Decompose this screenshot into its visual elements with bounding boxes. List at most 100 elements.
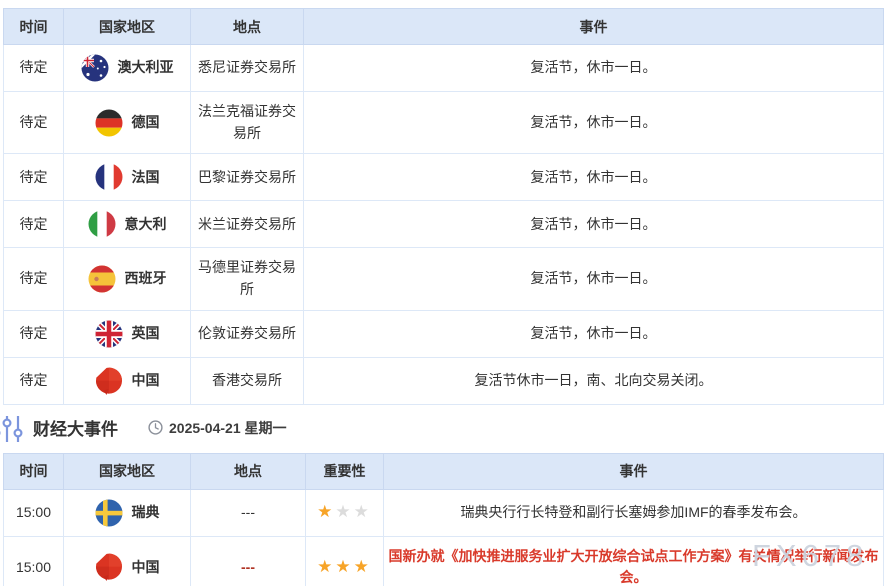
country-wrap: 意大利 (68, 210, 186, 238)
table-row: 待定 澳大利亚悉尼证券交易所复活节，休市一日。 (4, 45, 884, 92)
importance-stars: ★★★ (317, 557, 372, 576)
country-cell: 中国 (64, 536, 191, 586)
section-header: 财经大事件 2025-04-21 星期一 (0, 411, 887, 445)
event-cell: 复活节，休市一日。 (304, 154, 884, 201)
time-cell: 待定 (4, 154, 64, 201)
country-cell: 英国 (64, 310, 191, 357)
holiday-table: 时间国家地区地点事件 待定澳大利亚悉尼证券交易所复活节，休市一日。待定德国法兰克… (3, 8, 884, 405)
time-cell: 15:00 (4, 536, 64, 586)
star-icon: ★ (354, 502, 372, 521)
country-wrap: 西班牙 (68, 265, 186, 293)
clock-icon (148, 420, 163, 435)
event-cell: 复活节，休市一日。 (304, 248, 884, 310)
holiday-table-header-row: 时间国家地区地点事件 (4, 9, 884, 45)
table-row: 15:00中国---★★★国新办就《加快推进服务业扩大开放综合试点工作方案》有关… (4, 536, 884, 586)
star-icon: ★ (317, 557, 335, 576)
time-cell: 待定 (4, 248, 64, 310)
event-cell: 复活节，休市一日。 (304, 45, 884, 92)
column-header: 重要性 (306, 453, 384, 489)
country-name: 法国 (132, 167, 160, 189)
country-wrap: 德国 (68, 109, 186, 137)
event-cell: 复活节，休市一日。 (304, 92, 884, 154)
time-cell: 待定 (4, 92, 64, 154)
importance-cell: ★★★ (306, 489, 384, 536)
flag-gb-icon (95, 320, 123, 348)
country-name: 中国 (132, 370, 160, 392)
country-wrap: 瑞典 (68, 499, 186, 527)
events-table-header-row: 时间国家地区地点重要性事件 (4, 453, 884, 489)
time-cell: 待定 (4, 310, 64, 357)
flag-it-icon (88, 210, 116, 238)
time-cell: 15:00 (4, 489, 64, 536)
country-cell: 德国 (64, 92, 191, 154)
table-row: 待定 法国 巴黎证券交易所复活节，休市一日。 (4, 154, 884, 201)
time-cell: 待定 (4, 201, 64, 248)
location-cell: 巴黎证券交易所 (191, 154, 304, 201)
table-row: 待定 英国 伦敦证券交易所复活节，休市一日。 (4, 310, 884, 357)
star-icon: ★ (317, 502, 335, 521)
flag-au-icon (81, 54, 109, 82)
event-cell: 复活节，休市一日。 (304, 201, 884, 248)
table-row: 待定 西班牙 马德里证券交易所复活节，休市一日。 (4, 248, 884, 310)
country-cell: 西班牙 (64, 248, 191, 310)
flag-se-icon (95, 499, 123, 527)
holiday-table-body: 待定澳大利亚悉尼证券交易所复活节，休市一日。待定德国法兰克福证券交易所复活节，休… (4, 45, 884, 405)
column-header: 事件 (384, 453, 884, 489)
table-row: 15:00瑞典---★★★瑞典央行行长特登和副行长塞姆参加IMF的春季发布会。 (4, 489, 884, 536)
country-name: 德国 (132, 112, 160, 134)
star-icon: ★ (354, 557, 372, 576)
country-name: 西班牙 (125, 268, 167, 290)
column-header: 国家地区 (64, 9, 191, 45)
country-name: 意大利 (125, 214, 167, 236)
country-name: 中国 (132, 557, 160, 579)
star-icon: ★ (335, 557, 353, 576)
events-branch-icon (0, 413, 26, 443)
country-wrap: 法国 (68, 163, 186, 191)
country-name: 瑞典 (132, 502, 160, 524)
location-cell: 香港交易所 (191, 357, 304, 404)
location-cell: 法兰克福证券交易所 (191, 92, 304, 154)
time-cell: 待定 (4, 357, 64, 404)
flag-fr-icon (95, 163, 123, 191)
time-cell: 待定 (4, 45, 64, 92)
country-cell: 澳大利亚 (64, 45, 191, 92)
flag-es-icon (88, 265, 116, 293)
country-name: 澳大利亚 (118, 57, 174, 79)
country-name: 英国 (132, 323, 160, 345)
country-cell: 法国 (64, 154, 191, 201)
location-cell: --- (191, 489, 306, 536)
country-wrap: 中国 (68, 367, 186, 395)
country-cell: 中国 (64, 357, 191, 404)
event-cell: 国新办就《加快推进服务业扩大开放综合试点工作方案》有关情况举行新闻发布会。 (384, 536, 884, 586)
events-table-body: 15:00瑞典---★★★瑞典央行行长特登和副行长塞姆参加IMF的春季发布会。1… (4, 489, 884, 586)
location-cell: 马德里证券交易所 (191, 248, 304, 310)
country-cell: 意大利 (64, 201, 191, 248)
section-title: 财经大事件 (33, 415, 118, 440)
events-table: 时间国家地区地点重要性事件 15:00瑞典---★★★瑞典央行行长特登和副行长塞… (3, 453, 884, 586)
star-icon: ★ (335, 502, 353, 521)
country-wrap: 中国 (68, 553, 186, 581)
column-header: 地点 (191, 453, 306, 489)
table-row: 待定 德国 法兰克福证券交易所复活节，休市一日。 (4, 92, 884, 154)
flag-cn-icon (95, 367, 123, 395)
column-header: 时间 (4, 9, 64, 45)
event-cell: 复活节休市一日，南、北向交易关闭。 (304, 357, 884, 404)
country-wrap: 英国 (68, 320, 186, 348)
column-header: 时间 (4, 453, 64, 489)
location-cell: 伦敦证券交易所 (191, 310, 304, 357)
column-header: 事件 (304, 9, 884, 45)
event-cell: 复活节，休市一日。 (304, 310, 884, 357)
country-cell: 瑞典 (64, 489, 191, 536)
location-cell: 悉尼证券交易所 (191, 45, 304, 92)
table-row: 待定 中国 香港交易所复活节休市一日，南、北向交易关闭。 (4, 357, 884, 404)
location-cell: 米兰证券交易所 (191, 201, 304, 248)
event-cell: 瑞典央行行长特登和副行长塞姆参加IMF的春季发布会。 (384, 489, 884, 536)
importance-stars: ★★★ (317, 502, 372, 521)
location-cell: --- (191, 536, 306, 586)
flag-cn-icon (95, 553, 123, 581)
country-wrap: 澳大利亚 (68, 54, 186, 82)
column-header: 地点 (191, 9, 304, 45)
section-date: 2025-04-21 星期一 (169, 418, 287, 438)
importance-cell: ★★★ (306, 536, 384, 586)
table-row: 待定 意大利 米兰证券交易所复活节，休市一日。 (4, 201, 884, 248)
